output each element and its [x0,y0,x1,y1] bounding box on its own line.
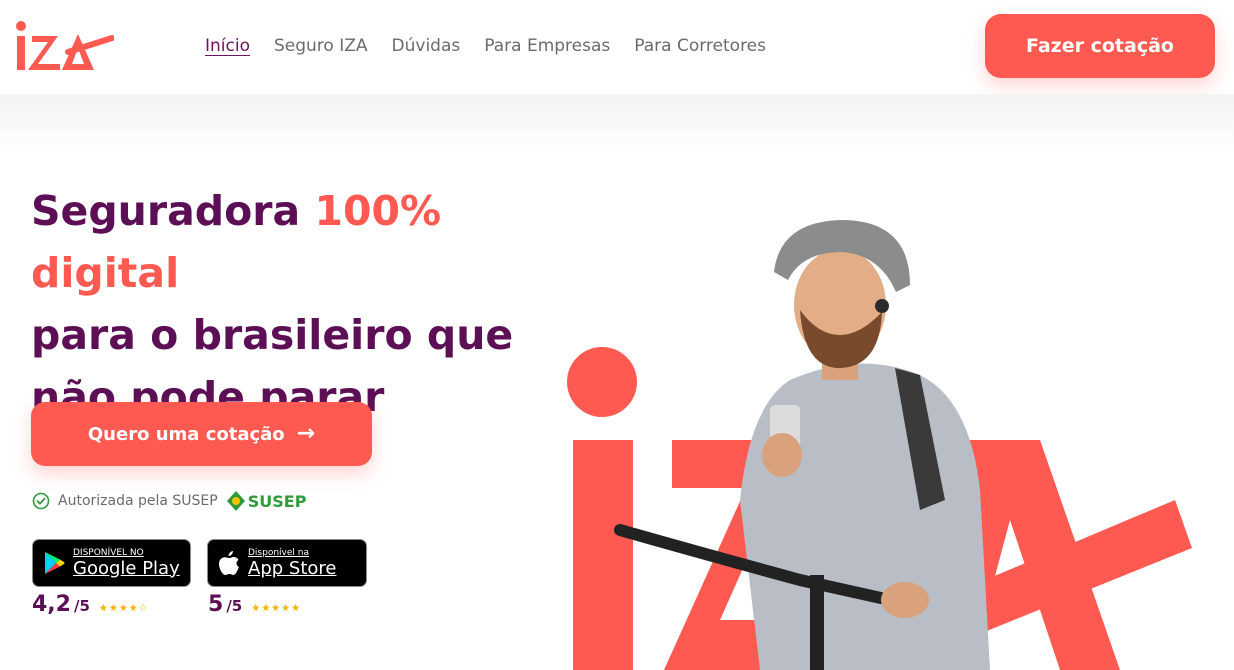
nav-link-duvidas[interactable]: Dúvidas [392,36,461,56]
google-play-score: 4,2 [32,592,71,617]
site-header: Início Seguro IZA Dúvidas Para Empresas … [0,0,1234,94]
google-play-rating: 4,2 /5 ★★★★☆ [32,592,149,617]
earbud-shape [875,299,889,313]
check-circle-icon [32,492,50,510]
susep-logo-text: SUSEP [247,491,307,511]
nav-link-para-empresas[interactable]: Para Empresas [484,36,610,56]
app-store-badge[interactable]: Disponível na App Store [207,539,367,587]
rider-left-hand-shape [881,582,929,618]
susep-emblem-icon [226,491,245,511]
google-play-icon [45,552,65,574]
main-nav: Início Seguro IZA Dúvidas Para Empresas … [205,36,766,56]
google-play-denominator: /5 [73,597,90,615]
susep-logo: SUSEP [226,490,307,512]
google-play-badge[interactable]: DISPONÍVEL NO Google Play [32,539,191,587]
nav-link-para-corretores[interactable]: Para Corretores [634,36,766,56]
hero-illustration [567,220,1192,670]
app-store-star-rating: ★★★★★ [251,603,302,614]
bike-stem-shape [810,575,824,670]
rider-hand-shape [762,433,802,477]
iza-dot-shape [567,347,637,417]
quero-cotacao-button[interactable]: Quero uma cotação → [31,402,372,466]
susep-authorization: Autorizada pela SUSEP SUSEP [32,490,306,512]
headline-part1: Seguradora [31,187,315,235]
susep-text: Autorizada pela SUSEP [58,493,218,509]
google-play-big-text: Google Play [73,557,180,579]
iza-i-stem-shape [573,440,633,670]
fazer-cotacao-button[interactable]: Fazer cotação [985,14,1215,78]
header-shadow [0,94,1234,154]
google-play-star-rating: ★★★★☆ [98,603,149,614]
app-store-big-text: App Store [248,557,337,579]
nav-link-seguro-iza[interactable]: Seguro IZA [274,36,368,56]
app-store-score: 5 [208,592,224,617]
app-store-rating: 5 /5 ★★★★★ [208,592,301,617]
nav-link-inicio[interactable]: Início [205,36,250,56]
apple-icon [219,551,239,575]
arrow-right-icon: → [296,421,316,446]
google-play-small-text: DISPONÍVEL NO [73,547,144,558]
quero-cotacao-label: Quero uma cotação [87,423,285,445]
iza-logo[interactable] [14,18,114,74]
hero-headline: Seguradora 100% digital para o brasileir… [31,180,571,428]
app-store-small-text: Disponível na [248,547,309,558]
app-store-denominator: /5 [226,597,243,615]
